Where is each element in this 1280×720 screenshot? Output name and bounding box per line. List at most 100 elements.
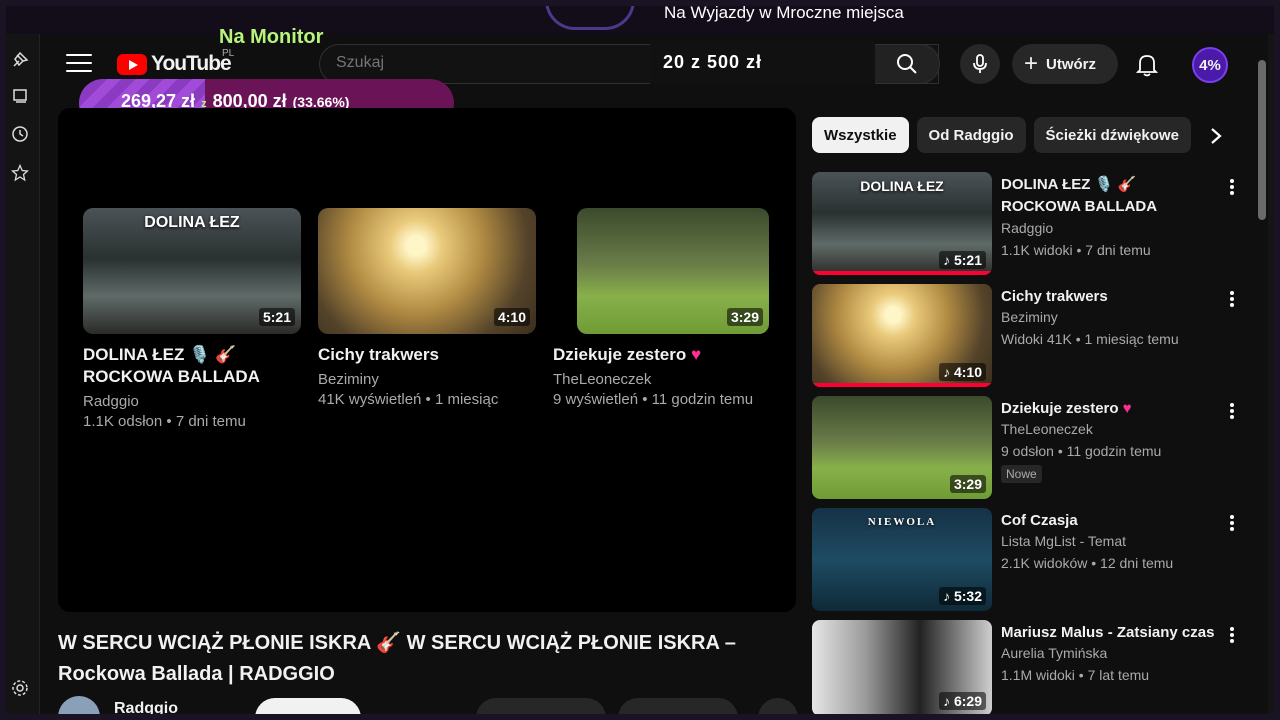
more-options-icon[interactable] bbox=[1224, 176, 1240, 198]
video-duration: ♪ 6:29 bbox=[939, 692, 986, 710]
recommendation-channel[interactable]: Beziminy bbox=[1001, 309, 1058, 325]
video-duration: 3:29 bbox=[726, 308, 763, 326]
more-options-icon[interactable] bbox=[1224, 400, 1240, 422]
settings-icon[interactable] bbox=[6, 674, 34, 702]
recommendation-meta: Widoki 41K • 1 miesiąc temu bbox=[1001, 331, 1179, 347]
bell-icon bbox=[1136, 55, 1158, 77]
recommendation-item[interactable]: 3:29 Dziekuje zestero ♥ TheLeoneczek 9 o… bbox=[812, 396, 1242, 500]
video-duration: ♪ 5:32 bbox=[939, 587, 986, 605]
youtube-logo-text: YouTube bbox=[151, 52, 232, 75]
channel-row: Radggio bbox=[58, 696, 798, 720]
chevron-right-icon[interactable] bbox=[1200, 120, 1232, 152]
recommendation-title-text: Dziekuje zestero bbox=[1001, 400, 1119, 417]
end-screen-meta: 41K wyświetleń • 1 miesiąc bbox=[318, 391, 499, 408]
recommendation-thumbnail[interactable]: NIEWOLA ♪ 5:32 bbox=[812, 508, 992, 611]
recommendation-thumbnail[interactable]: DOLINA ŁEZ ♪ 5:21 bbox=[812, 172, 992, 275]
voice-search-button[interactable] bbox=[960, 44, 1000, 84]
end-screen-channel: Beziminy bbox=[318, 371, 379, 388]
recommendation-channel[interactable]: Aurelia Tymińska bbox=[1001, 645, 1107, 661]
share-button[interactable] bbox=[618, 698, 738, 720]
recommendation-title[interactable]: Cichy trakwers bbox=[1001, 286, 1217, 308]
watched-progress bbox=[812, 383, 992, 387]
recommendation-channel[interactable]: Lista MgList - Temat bbox=[1001, 533, 1126, 549]
recommendation-item[interactable]: ♪ 6:29 Mariusz Malus - Zatsiany czas Aur… bbox=[812, 620, 1242, 720]
search-button[interactable] bbox=[874, 44, 940, 84]
more-options-icon[interactable] bbox=[1224, 624, 1240, 646]
filter-chips: Wszystkie Od Radggio Ścieżki dźwiękowe bbox=[812, 117, 1191, 153]
channel-avatar[interactable] bbox=[58, 696, 100, 720]
page-scrollbar[interactable] bbox=[1258, 60, 1266, 220]
recommendation-thumbnail[interactable]: ♪ 6:29 bbox=[812, 620, 992, 716]
recommendation-meta: 2.1K widoków • 12 dni temu bbox=[1001, 555, 1174, 571]
end-screen-meta: 1.1K odsłon • 7 dni temu bbox=[83, 413, 246, 430]
video-player[interactable]: DOLINA ŁEZ 5:21 DOLINA ŁEZ 🎙️ 🎸 ROCKOWA … bbox=[58, 108, 796, 612]
recommendation-meta: 1.1K widoki • 7 dni temu bbox=[1001, 242, 1151, 258]
microphone-icon bbox=[973, 54, 987, 73]
more-options-icon[interactable] bbox=[1224, 288, 1240, 310]
stream-rail bbox=[0, 34, 40, 720]
end-screen-title-text: Dziekuje zestero bbox=[553, 345, 687, 364]
overlay-top-band bbox=[0, 0, 1280, 34]
thumbnail-title: DOLINA ŁEZ bbox=[860, 178, 944, 194]
recommendation-channel[interactable]: Radggio bbox=[1001, 220, 1053, 236]
create-button-label: Utwórz bbox=[1046, 55, 1097, 73]
end-screen-title[interactable]: Dziekuje zestero ♥ bbox=[553, 344, 771, 366]
new-badge: Nowe bbox=[1001, 465, 1042, 483]
clock-icon[interactable] bbox=[6, 120, 34, 148]
create-button[interactable]: + Utwórz bbox=[1012, 44, 1118, 84]
video-duration: 5:21 bbox=[258, 308, 295, 326]
heart-icon: ♥ bbox=[1122, 400, 1132, 417]
subscribe-button[interactable] bbox=[255, 698, 361, 720]
recommendation-title[interactable]: Dziekuje zestero ♥ bbox=[1001, 398, 1217, 420]
plus-icon: + bbox=[1024, 50, 1039, 77]
end-screen-channel: TheLeoneczek bbox=[553, 371, 652, 388]
recommendation-item[interactable]: DOLINA ŁEZ ♪ 5:21 DOLINA ŁEZ 🎙️ 🎸 ROCKOW… bbox=[812, 172, 1242, 276]
video-duration: ♪ 4:10 bbox=[939, 363, 986, 381]
recommendation-title[interactable]: DOLINA ŁEZ 🎙️ 🎸 ROCKOWA BALLADA bbox=[1001, 174, 1217, 218]
end-screen-title[interactable]: DOLINA ŁEZ 🎙️ 🎸 ROCKOWA BALLADA bbox=[83, 344, 301, 388]
video-title: W SERCU WCIĄŻ PŁONIE ISKRA 🎸 W SERCU WCI… bbox=[58, 632, 736, 685]
account-avatar[interactable]: 4% bbox=[1192, 47, 1228, 83]
channel-name[interactable]: Radggio bbox=[114, 700, 178, 718]
chip-all[interactable]: Wszystkie bbox=[812, 117, 909, 153]
recommendation-item[interactable]: ♪ 4:10 Cichy trakwers Beziminy Widoki 41… bbox=[812, 284, 1242, 388]
pin-icon[interactable] bbox=[6, 46, 34, 74]
recommendation-title[interactable]: Mariusz Malus - Zatsiany czas bbox=[1001, 622, 1217, 644]
recommendation-meta: 9 odsłon • 11 godzin temu bbox=[1001, 443, 1162, 459]
like-button[interactable] bbox=[476, 698, 606, 720]
heart-icon: ♥ bbox=[690, 345, 702, 364]
end-screen-thumbnail[interactable]: 3:29 bbox=[577, 208, 769, 334]
notifications-button[interactable] bbox=[1132, 50, 1162, 80]
overlay-trip-amount: 20 z 500 zł bbox=[663, 52, 763, 72]
thumbnail-title: DOLINA ŁEZ bbox=[144, 214, 240, 231]
menu-icon[interactable] bbox=[66, 54, 92, 76]
overlay-trip-goal-label: Na Wyjazdy w Mroczne miejsca bbox=[664, 3, 904, 22]
recommendation-thumbnail[interactable]: ♪ 4:10 bbox=[812, 284, 992, 387]
end-screen-card[interactable]: DOLINA ŁEZ 5:21 DOLINA ŁEZ 🎙️ 🎸 ROCKOWA … bbox=[83, 208, 301, 432]
search-icon bbox=[897, 54, 917, 74]
end-screen-card[interactable]: 3:29 Dziekuje zestero ♥ TheLeoneczek 9 w… bbox=[553, 208, 771, 410]
recommendation-thumbnail[interactable]: 3:29 bbox=[812, 396, 992, 499]
overlay-right-rail bbox=[1268, 34, 1280, 720]
overlay-monitor-label: Na Monitor bbox=[219, 26, 324, 48]
watched-progress bbox=[812, 271, 992, 275]
star-icon[interactable] bbox=[6, 159, 34, 187]
more-actions-button[interactable] bbox=[758, 698, 798, 720]
end-screen-title[interactable]: Cichy trakwers bbox=[318, 344, 536, 366]
chip-soundtracks[interactable]: Ścieżki dźwiękowe bbox=[1033, 117, 1191, 153]
end-screen-thumbnail[interactable]: DOLINA ŁEZ 5:21 bbox=[83, 208, 301, 334]
youtube-logo[interactable]: YouTube bbox=[117, 52, 232, 76]
recommendation-channel[interactable]: TheLeoneczek bbox=[1001, 421, 1093, 437]
end-screen-card[interactable]: 4:10 Cichy trakwers Beziminy 41K wyświet… bbox=[318, 208, 536, 410]
more-options-icon[interactable] bbox=[1224, 512, 1240, 534]
end-screen-thumbnail[interactable]: 4:10 bbox=[318, 208, 536, 334]
end-screen-meta: 9 wyświetleń • 11 godzin temu bbox=[553, 391, 754, 408]
recommendation-item[interactable]: NIEWOLA ♪ 5:32 Cof Czasja Lista MgList -… bbox=[812, 508, 1242, 612]
chip-from-channel[interactable]: Od Radggio bbox=[916, 117, 1026, 153]
thumbnail-title: NIEWOLA bbox=[867, 516, 937, 528]
recommendation-meta: 1.1M widoki • 7 lat temu bbox=[1001, 667, 1150, 683]
video-duration: ♪ 5:21 bbox=[939, 251, 986, 269]
chat-icon[interactable] bbox=[6, 82, 34, 110]
video-duration: 3:29 bbox=[949, 475, 986, 493]
recommendation-title[interactable]: Cof Czasja bbox=[1001, 510, 1217, 532]
